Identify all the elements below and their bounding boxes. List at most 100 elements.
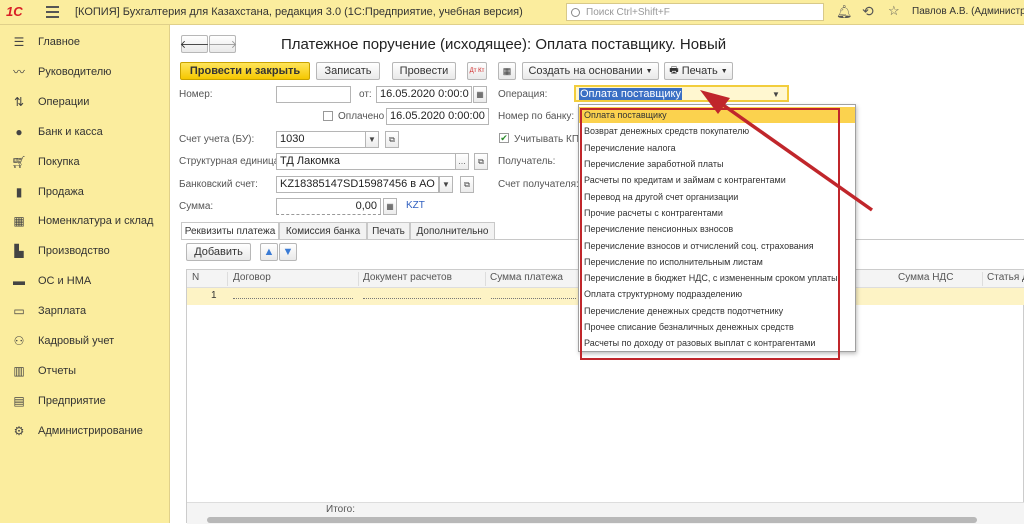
save-button[interactable]: Записать <box>316 62 380 80</box>
move-up-button[interactable]: ▲ <box>260 243 278 261</box>
payment-sum-cell[interactable] <box>491 298 576 299</box>
bank-account-open-button[interactable]: ⧉ <box>460 176 474 193</box>
column-header-settlement-doc[interactable]: Документ расчетов <box>359 272 486 286</box>
horizontal-scrollbar[interactable] <box>207 517 977 523</box>
sidebar-item-10[interactable]: ⚇ Кадровый учет <box>0 329 170 353</box>
number-field[interactable] <box>276 86 351 103</box>
sidebar-item-1[interactable]: 〰 Руководителю <box>0 60 170 84</box>
row-number: 1 <box>211 290 217 301</box>
sidebar-item-0[interactable]: ☰ Главное <box>0 30 170 54</box>
tab-print[interactable]: Печать <box>367 222 410 239</box>
sidebar-item-12[interactable]: ▤ Предприятие <box>0 389 170 413</box>
chevron-down-icon: ▼ <box>645 67 653 75</box>
settlement-doc-cell[interactable] <box>363 298 481 299</box>
grid-icon: ▦ <box>13 214 25 229</box>
unit-select-button[interactable]: … <box>455 153 469 170</box>
history-icon[interactable]: ⟲ <box>862 3 874 20</box>
date-field[interactable]: 16.05.2020 0:00:0 <box>376 86 472 103</box>
sidebar-item-label: Отчеты <box>38 364 77 377</box>
column-header-n[interactable]: N <box>188 272 228 286</box>
tab-payment-details[interactable]: Реквизиты платежа <box>181 222 279 240</box>
create-based-label: Создать на основании <box>528 65 643 77</box>
building-icon: ▤ <box>13 393 25 408</box>
factory-icon: ▙ <box>14 244 24 259</box>
gear-icon: ⚙ <box>13 423 25 438</box>
paid-checkbox[interactable] <box>323 111 333 121</box>
post-and-close-button[interactable]: Провести и закрыть <box>180 62 310 80</box>
bank-account-label: Банковский счет: <box>179 179 258 190</box>
search-icon <box>571 7 580 17</box>
account-dropdown-button[interactable]: ▼ <box>365 131 379 148</box>
sidebar-item-label: Зарплата <box>38 305 87 318</box>
add-button[interactable]: Добавить <box>186 243 251 261</box>
sidebar: ☰ Главное 〰 Руководителю ⇅ Операции ● Банк и ка… <box>0 25 170 523</box>
consider-label: Учитывать КП <box>514 134 580 145</box>
sidebar-item-label: Предприятие <box>38 394 106 407</box>
currency-link[interactable]: KZT <box>406 200 425 211</box>
consider-checkbox[interactable]: ✔ <box>499 133 509 143</box>
sidebar-item-4[interactable]: 🛒︎ Покупка <box>0 150 170 174</box>
app-logo[interactable]: 1С <box>6 4 23 19</box>
calendar-button[interactable]: ▦ <box>473 86 487 103</box>
sidebar-item-13[interactable]: ⚙ Администрирование <box>0 419 170 443</box>
recipient-label: Получатель: <box>498 156 556 167</box>
sidebar-item-label: Администрирование <box>38 424 143 437</box>
coin-icon: ● <box>15 124 23 139</box>
structure-icon[interactable]: ▦ <box>498 62 516 80</box>
dt-kt-button[interactable]: Дт Кт <box>467 62 487 80</box>
bank-number-label: Номер по банку: <box>498 111 575 122</box>
sidebar-item-7[interactable]: ▙ Производство <box>0 239 170 263</box>
sidebar-item-6[interactable]: ▦ Номенклатура и склад <box>0 209 170 233</box>
search-input[interactable]: Поиск Ctrl+Shift+F <box>566 3 824 21</box>
star-icon[interactable]: ☆ <box>888 3 900 19</box>
unit-open-button[interactable]: ⧉ <box>474 153 488 170</box>
unit-field[interactable]: ТД Лакомка <box>276 153 456 170</box>
print-button[interactable]: 🖶︎ Печать ▼ <box>664 62 733 80</box>
cart-icon: 🛒︎ <box>11 154 27 169</box>
sidebar-item-2[interactable]: ⇅ Операции <box>0 90 170 114</box>
forward-button[interactable]: 🡒 <box>208 35 237 53</box>
sum-label: Сумма: <box>179 201 214 212</box>
bell-icon[interactable]: 🔔︎ <box>836 4 853 20</box>
sidebar-item-5[interactable]: ▮ Продажа <box>0 180 170 204</box>
bag-icon: ▮ <box>15 184 23 199</box>
bank-account-field[interactable]: KZ18385147SD15987456 в АО <box>276 176 439 193</box>
sum-field[interactable]: 0,00 <box>276 198 381 215</box>
account-label: Счет учета (БУ): <box>179 134 255 145</box>
total-label: Итого: <box>326 504 355 515</box>
sidebar-item-11[interactable]: ▥ Отчеты <box>0 359 170 383</box>
account-open-button[interactable]: ⧉ <box>385 131 399 148</box>
date-from-label: от: <box>359 89 372 100</box>
print-label: Печать <box>681 65 718 77</box>
chart-line-icon: 〰 <box>12 65 25 80</box>
column-header-contract[interactable]: Договор <box>229 272 359 286</box>
account-field[interactable]: 1030 <box>276 131 366 148</box>
tab-additional[interactable]: Дополнительно <box>410 222 495 239</box>
create-based-button[interactable]: Создать на основании ▼ <box>522 62 659 80</box>
post-button[interactable]: Провести <box>392 62 456 80</box>
calculator-button[interactable]: ▦ <box>383 198 397 215</box>
bank-account-dropdown-button[interactable]: ▼ <box>439 176 453 193</box>
column-header-article[interactable]: Статья Д <box>983 272 1024 286</box>
number-label: Номер: <box>179 89 213 100</box>
paid-date-field[interactable]: 16.05.2020 0:00:00 <box>386 108 489 125</box>
sidebar-item-label: Руководителю <box>38 65 112 78</box>
window-title: [КОПИЯ] Бухгалтерия для Казахстана, реда… <box>75 6 523 18</box>
hamburger-icon[interactable] <box>46 6 59 18</box>
sidebar-item-9[interactable]: ▭ Зарплата <box>0 299 170 323</box>
tab-bank-commission[interactable]: Комиссия банка <box>279 222 367 239</box>
back-button[interactable]: 🡐 <box>180 35 209 53</box>
sidebar-item-3[interactable]: ● Банк и касса <box>0 120 170 144</box>
paid-label: Оплачено <box>338 111 385 122</box>
sidebar-item-8[interactable]: ▬ ОС и НМА <box>0 269 170 293</box>
menu-lines-icon: ☰ <box>13 35 25 49</box>
operation-label: Операция: <box>498 89 548 100</box>
sidebar-item-label: ОС и НМА <box>38 275 92 288</box>
sidebar-item-label: Номенклатура и склад <box>38 215 154 228</box>
contract-cell[interactable] <box>233 298 353 299</box>
column-header-vat-sum[interactable]: Сумма НДС <box>894 272 983 286</box>
move-down-button[interactable]: ▼ <box>279 243 297 261</box>
dt-kt-icon: ⇅ <box>13 94 25 109</box>
user-name[interactable]: Павлов А.В. (Администр <box>912 6 1024 17</box>
column-header-payment-sum[interactable]: Сумма платежа <box>486 272 581 286</box>
